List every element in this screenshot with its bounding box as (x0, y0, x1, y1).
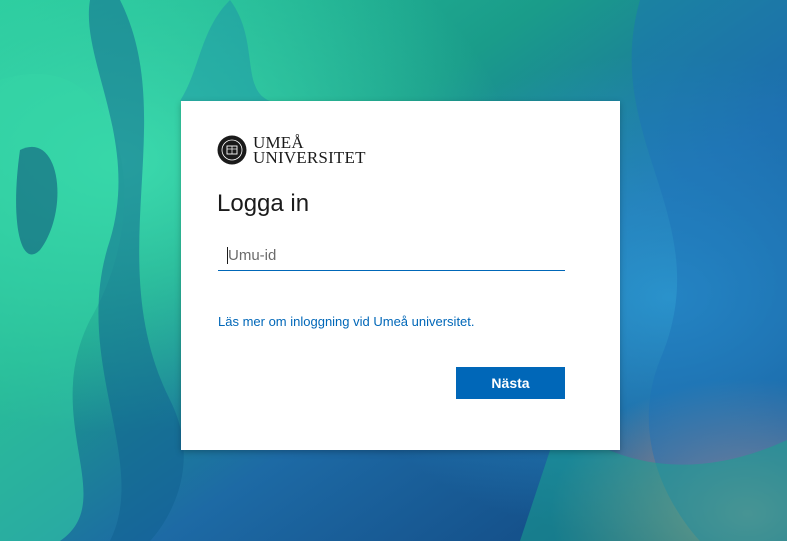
university-logo: UMEÅ UNIVERSITET (217, 134, 366, 167)
text-caret (227, 247, 228, 264)
username-input[interactable] (218, 241, 565, 271)
university-name: UMEÅ UNIVERSITET (253, 134, 366, 167)
login-page: UMEÅ UNIVERSITET Logga in Läs mer om inl… (0, 0, 787, 541)
university-name-line2: UNIVERSITET (253, 148, 366, 167)
login-card: UMEÅ UNIVERSITET Logga in Läs mer om inl… (181, 101, 620, 450)
page-title: Logga in (217, 190, 310, 217)
next-button[interactable]: Nästa (456, 367, 565, 399)
login-info-link[interactable]: Läs mer om inloggning vid Umeå universit… (218, 314, 475, 329)
university-seal-icon (217, 135, 247, 165)
